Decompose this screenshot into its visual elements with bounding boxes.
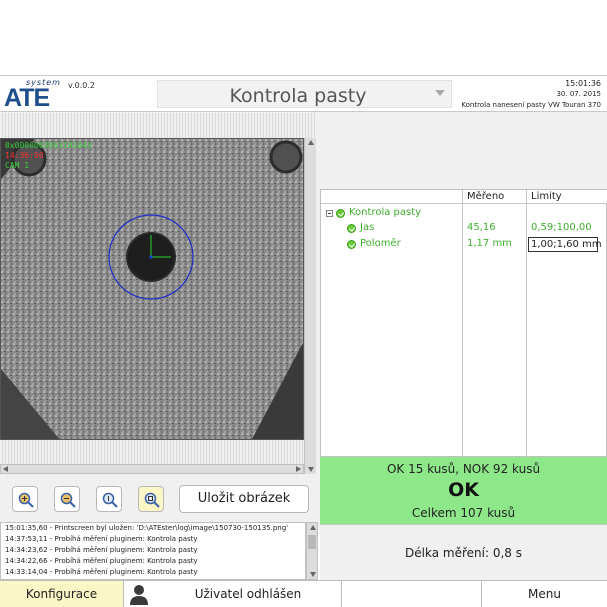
clock-date: 30. 07. 2015: [556, 90, 601, 98]
version-label: v.0.0.2: [68, 81, 96, 90]
clock-time: 15:01:36: [565, 79, 601, 88]
plugin-selector[interactable]: Kontrola pasty: [157, 80, 452, 108]
scroll-right-icon[interactable]: [296, 466, 301, 472]
user-icon: [130, 585, 148, 605]
zoom-out-button[interactable]: [54, 486, 80, 512]
log-line: 14:33:14,04 - Probíhá měření pluginem: K…: [5, 568, 198, 576]
camera-image: [1, 139, 303, 439]
log-line: 14:34:23,62 - Probíhá měření pluginem: K…: [5, 546, 198, 554]
camera-name: CAM 1: [5, 161, 30, 170]
log-line: 15:01:35,60 - Printscreen byl uložen: 'D…: [5, 524, 289, 532]
column-divider: [462, 190, 463, 456]
result-status: OK: [448, 479, 479, 501]
measurement-tree[interactable]: Měřeno Limity Kontrola pasty Jas 45,16 0…: [320, 189, 607, 457]
zoom-fit-button[interactable]: [96, 486, 122, 512]
zoom-fit-icon: [102, 492, 118, 508]
scroll-down-icon[interactable]: [310, 572, 316, 577]
tree-root-label[interactable]: Kontrola pasty: [349, 207, 421, 222]
header: system ATE v.0.0.2 Kontrola pasty 15:01:…: [0, 76, 607, 112]
ok-check-icon: [347, 224, 356, 233]
column-header-mereno: Měřeno: [467, 191, 505, 202]
column-header-limity: Limity: [531, 191, 562, 202]
scroll-down-icon[interactable]: [308, 467, 314, 472]
tree-item-polomer[interactable]: Poloměr: [360, 238, 401, 253]
tree-header: Měřeno Limity: [321, 190, 607, 204]
camera-id: 0x0000003053191043: [5, 141, 92, 150]
camera-view[interactable]: 0x0000003053191043 14:36:50 CAM 1: [0, 138, 304, 440]
scroll-left-icon[interactable]: [3, 466, 8, 472]
tree-item-jas[interactable]: Jas: [360, 222, 374, 237]
camera-time: 14:36:50: [5, 151, 44, 160]
measurement-duration: Délka měření: 0,8 s: [405, 546, 522, 560]
column-divider: [526, 190, 527, 456]
scroll-up-icon[interactable]: [308, 140, 314, 145]
page-title: Kontrola pasty: [229, 85, 367, 107]
log-line: 14:37:53,11 - Probíhá měření pluginem: K…: [5, 535, 198, 543]
result-panel: OK 15 kusů, NOK 92 kusů OK Celkem 107 ku…: [320, 457, 607, 524]
app-window: system ATE v.0.0.2 Kontrola pasty 15:01:…: [0, 75, 607, 607]
zoom-out-icon: [60, 492, 76, 508]
result-stats: OK 15 kusů, NOK 92 kusů: [386, 462, 541, 476]
result-total: Celkem 107 kusů: [411, 506, 516, 520]
menu-button[interactable]: Menu: [482, 581, 607, 607]
camera-horizontal-scrollbar[interactable]: [0, 464, 304, 474]
scroll-up-icon[interactable]: [310, 525, 316, 530]
ate-logo: system ATE: [4, 78, 74, 112]
polomer-value: 1,17 mm: [467, 238, 512, 249]
jas-limit: 0,59;100,00: [531, 222, 592, 233]
zoom-reset-icon: [144, 492, 160, 508]
jas-value: 45,16: [467, 222, 496, 233]
logo-ate-text: ATE: [4, 84, 50, 112]
limit-tooltip: 1,00;1,60 mm: [528, 237, 602, 252]
zoom-in-button[interactable]: [12, 486, 38, 512]
log-line: 14:34:22,66 - Probíhá měření pluginem: K…: [5, 557, 198, 565]
ok-check-icon: [336, 209, 345, 218]
camera-top-strip: [0, 113, 316, 138]
camera-vertical-scrollbar[interactable]: [304, 138, 316, 474]
inspection-subtitle: Kontrola nanesení pasty VW Touran 370: [461, 101, 601, 109]
config-button[interactable]: Konfigurace: [0, 581, 124, 607]
collapse-icon[interactable]: [326, 210, 333, 217]
save-image-button[interactable]: Uložit obrázek: [179, 485, 309, 513]
log-panel[interactable]: 15:01:35,60 - Printscreen byl uložen: 'D…: [0, 522, 306, 580]
zoom-reset-button[interactable]: [138, 486, 164, 512]
empty-button[interactable]: [342, 581, 482, 607]
log-scroll-thumb[interactable]: [308, 535, 316, 549]
ok-check-icon: [347, 240, 356, 249]
zoom-in-icon: [18, 492, 34, 508]
camera-bottom-strip: [0, 440, 304, 464]
chevron-down-icon[interactable]: [435, 90, 445, 96]
user-button[interactable]: Uživatel odhlášen: [124, 581, 342, 607]
user-status-label: Uživatel odhlášen: [194, 587, 302, 601]
log-scrollbar[interactable]: [306, 522, 318, 580]
measurement-panel: Délka měření: 0,8 s: [320, 524, 607, 580]
bottom-bar: Konfigurace Uživatel odhlášen Menu: [0, 580, 607, 607]
